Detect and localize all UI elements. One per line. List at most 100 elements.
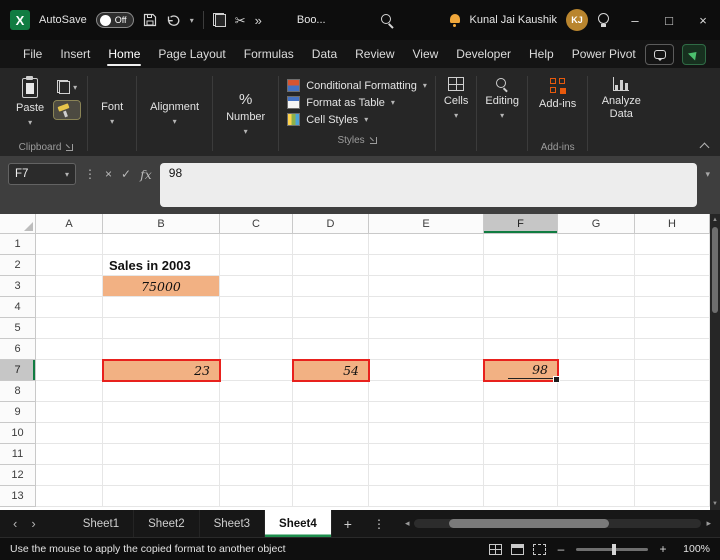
column-header-G[interactable]: G xyxy=(558,214,635,234)
undo-icon[interactable] xyxy=(166,14,181,27)
cell-C11[interactable] xyxy=(220,444,293,465)
zoom-out-icon[interactable]: – xyxy=(555,542,567,556)
row-header-10[interactable]: 10 xyxy=(0,423,36,444)
minimize-button[interactable]: – xyxy=(618,0,652,40)
row-header-1[interactable]: 1 xyxy=(0,234,36,255)
undo-chevron-icon[interactable]: ▾ xyxy=(190,16,194,25)
cell-D6[interactable] xyxy=(293,339,369,360)
cell-E1[interactable] xyxy=(369,234,484,255)
scroll-up-icon[interactable]: ▲ xyxy=(712,216,718,224)
cell-G13[interactable] xyxy=(558,486,635,507)
cell-B11[interactable] xyxy=(103,444,220,465)
cell-C10[interactable] xyxy=(220,423,293,444)
cell-F2[interactable] xyxy=(484,255,558,276)
cell-D8[interactable] xyxy=(293,381,369,402)
zoom-slider[interactable] xyxy=(576,543,648,555)
cell-A3[interactable] xyxy=(36,276,103,297)
clipboard-dialog-launcher-icon[interactable] xyxy=(65,143,74,151)
menu-tab-review[interactable]: Review xyxy=(346,40,403,68)
cell-D12[interactable] xyxy=(293,465,369,486)
row-header-3[interactable]: 3 xyxy=(0,276,36,297)
cell-B2[interactable]: Sales in 2003 xyxy=(103,255,220,276)
cell-F9[interactable] xyxy=(484,402,558,423)
row-header-4[interactable]: 4 xyxy=(0,297,36,318)
cell-B13[interactable] xyxy=(103,486,220,507)
formula-bar-drag-handle-icon[interactable]: ⋮ xyxy=(84,167,96,181)
comments-button[interactable] xyxy=(644,43,675,65)
cell-F12[interactable] xyxy=(484,465,558,486)
cell-C5[interactable] xyxy=(220,318,293,339)
cell-A8[interactable] xyxy=(36,381,103,402)
cell-E11[interactable] xyxy=(369,444,484,465)
cell-A7[interactable] xyxy=(36,360,103,381)
sheet-tab-sheet2[interactable]: Sheet2 xyxy=(134,510,200,537)
addins-button[interactable]: Add-ins xyxy=(532,72,583,139)
cell-E4[interactable] xyxy=(369,297,484,318)
column-header-A[interactable]: A xyxy=(36,214,103,234)
menu-tab-home[interactable]: Home xyxy=(99,40,149,68)
cell-C6[interactable] xyxy=(220,339,293,360)
cell-B8[interactable] xyxy=(103,381,220,402)
cell-G2[interactable] xyxy=(558,255,635,276)
cell-E5[interactable] xyxy=(369,318,484,339)
copy-chevron-icon[interactable]: ▾ xyxy=(73,83,77,92)
column-header-H[interactable]: H xyxy=(635,214,710,234)
cell-H4[interactable] xyxy=(635,297,710,318)
cell-A11[interactable] xyxy=(36,444,103,465)
formula-bar-collapse-icon[interactable]: ▾ xyxy=(705,169,710,180)
column-header-E[interactable]: E xyxy=(369,214,484,234)
more-commands-icon[interactable]: » xyxy=(255,14,262,27)
format-painter-button[interactable] xyxy=(53,100,82,120)
column-header-B[interactable]: B xyxy=(103,214,220,234)
format-as-table-button[interactable]: Format as Table ▾ xyxy=(287,94,427,111)
cell-D5[interactable] xyxy=(293,318,369,339)
cell-E10[interactable] xyxy=(369,423,484,444)
cell-F7[interactable]: 98 xyxy=(483,359,560,383)
menu-tab-insert[interactable]: Insert xyxy=(51,40,99,68)
name-box-chevron-icon[interactable]: ▾ xyxy=(65,170,69,179)
insert-function-icon[interactable]: fx xyxy=(140,167,152,182)
row-header-6[interactable]: 6 xyxy=(0,339,36,360)
menu-tab-help[interactable]: Help xyxy=(520,40,563,68)
cell-G6[interactable] xyxy=(558,339,635,360)
cell-B6[interactable] xyxy=(103,339,220,360)
column-header-C[interactable]: C xyxy=(220,214,293,234)
cell-G5[interactable] xyxy=(558,318,635,339)
cell-B9[interactable] xyxy=(103,402,220,423)
menu-tab-file[interactable]: File xyxy=(14,40,51,68)
menu-tab-page-layout[interactable]: Page Layout xyxy=(149,40,234,68)
cell-H10[interactable] xyxy=(635,423,710,444)
horizontal-scroll-thumb[interactable] xyxy=(448,519,609,528)
cell-C2[interactable] xyxy=(220,255,293,276)
next-sheet-icon[interactable]: › xyxy=(24,516,42,531)
autosave-toggle[interactable]: Off xyxy=(95,12,134,28)
cut-scissors-icon[interactable]: ✂ xyxy=(235,14,246,27)
cell-H11[interactable] xyxy=(635,444,710,465)
cell-C4[interactable] xyxy=(220,297,293,318)
cell-F1[interactable] xyxy=(484,234,558,255)
cell-C3[interactable] xyxy=(220,276,293,297)
row-header-12[interactable]: 12 xyxy=(0,465,36,486)
share-button[interactable] xyxy=(682,43,706,65)
column-header-D[interactable]: D xyxy=(293,214,369,234)
scroll-left-icon[interactable]: ◂ xyxy=(400,518,415,529)
cell-H5[interactable] xyxy=(635,318,710,339)
cell-A9[interactable] xyxy=(36,402,103,423)
sheet-tab-sheet1[interactable]: Sheet1 xyxy=(69,510,135,537)
menu-tab-data[interactable]: Data xyxy=(303,40,346,68)
confirm-entry-icon[interactable]: ✓ xyxy=(121,167,131,181)
cell-C1[interactable] xyxy=(220,234,293,255)
cell-E2[interactable] xyxy=(369,255,484,276)
cell-E13[interactable] xyxy=(369,486,484,507)
paste-button[interactable]: Paste ▾ xyxy=(9,72,51,139)
cell-F4[interactable] xyxy=(484,297,558,318)
cell-A13[interactable] xyxy=(36,486,103,507)
cell-A5[interactable] xyxy=(36,318,103,339)
scroll-down-icon[interactable]: ▼ xyxy=(712,500,718,508)
formula-input[interactable]: 98 xyxy=(159,163,698,207)
cell-C12[interactable] xyxy=(220,465,293,486)
normal-view-icon[interactable] xyxy=(489,543,502,555)
zoom-in-icon[interactable]: + xyxy=(657,542,669,556)
sheet-options-icon[interactable]: ⋮ xyxy=(364,517,394,531)
row-header-13[interactable]: 13 xyxy=(0,486,36,507)
